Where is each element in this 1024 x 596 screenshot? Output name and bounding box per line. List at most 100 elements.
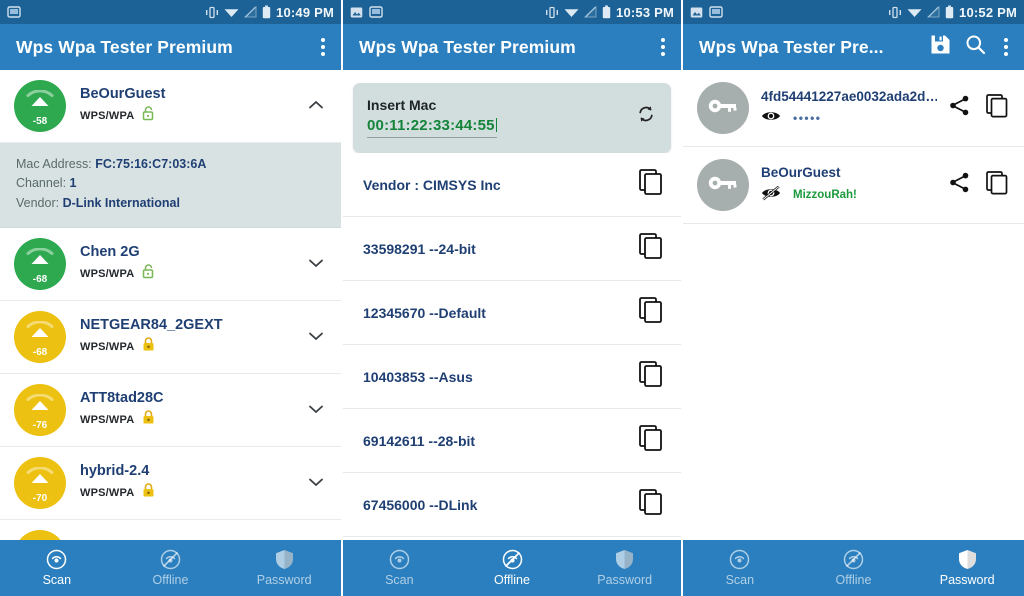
scan-icon: [46, 549, 67, 570]
text-caret: [495, 118, 498, 132]
screenshot-icon: [709, 5, 723, 19]
password-plain-value: MizzouRah!: [793, 189, 857, 201]
expand-chevron-icon[interactable]: [305, 97, 327, 115]
password-network-name: 4fd54441227ae0032ada2d…: [761, 88, 937, 104]
scan-icon: [729, 549, 750, 570]
expand-chevron-icon[interactable]: [305, 328, 327, 346]
wifi-icon: [224, 6, 239, 18]
pin-text: Vendor : CIMSYS Inc: [363, 176, 501, 193]
rssi-value: -70: [32, 493, 48, 505]
nav-tab-password[interactable]: Password: [568, 540, 681, 596]
signal-off-icon: [243, 5, 257, 18]
mac-input-value: 00:11:22:33:44:55: [367, 117, 495, 134]
key-icon: [708, 98, 738, 119]
copy-icon[interactable]: [639, 425, 665, 456]
copy-icon[interactable]: [986, 93, 1008, 123]
wifi-icon: [907, 6, 922, 18]
expand-chevron-icon[interactable]: [305, 401, 327, 419]
expand-chevron-icon[interactable]: [305, 474, 327, 492]
channel-label: Channel:: [16, 176, 67, 191]
password-row[interactable]: 4fd54441227ae0032ada2d… •••••: [683, 70, 1024, 147]
app-title: Wps Wpa Tester Premium: [16, 36, 233, 57]
network-ssid: hybrid-2.4: [80, 463, 150, 480]
rssi-value: -58: [32, 116, 48, 127]
copy-icon[interactable]: [639, 169, 665, 200]
nav-tab-offline-label: Offline: [835, 573, 872, 587]
eye-hidden-icon[interactable]: [761, 185, 781, 206]
nav-tab-password[interactable]: Password: [910, 540, 1024, 596]
pin-text: 33598291 --24-bit: [363, 240, 476, 257]
nav-tab-scan[interactable]: Scan: [683, 540, 797, 596]
wifi-signal-icon: [26, 393, 54, 419]
signal-strength-badge: -68: [14, 311, 66, 364]
copy-icon[interactable]: [639, 297, 665, 328]
network-row[interactable]: -68 NETGEAR84_2GEXT WPS/WPA: [0, 301, 341, 375]
pin-row[interactable]: Vendor : CIMSYS Inc: [343, 153, 681, 217]
app-bar: Wps Wpa Tester Pre...: [683, 24, 1024, 70]
battery-icon: [262, 5, 271, 19]
screenshot-icon: [7, 5, 21, 19]
password-icon: [275, 549, 294, 570]
copy-icon[interactable]: [639, 233, 665, 264]
nav-tab-password[interactable]: Password: [227, 540, 341, 596]
mac-input-field[interactable]: 00:11:22:33:44:55: [367, 117, 498, 138]
security-label: WPS/WPA: [80, 341, 135, 354]
bottom-navigation: Scan Offline Password: [343, 540, 681, 596]
password-network-name: BeOurGuest: [761, 164, 841, 180]
share-icon[interactable]: [949, 95, 970, 121]
search-icon[interactable]: [965, 34, 986, 60]
nav-tab-offline[interactable]: Offline: [456, 540, 569, 596]
overflow-menu-icon[interactable]: [317, 34, 329, 60]
network-row[interactable]: -70 hybrid-2.4 WPS/WPA: [0, 447, 341, 521]
nav-tab-offline[interactable]: Offline: [114, 540, 228, 596]
offline-icon: [160, 549, 181, 570]
pin-list: Vendor : CIMSYS Inc 33598291 --24-bit 12…: [343, 153, 681, 537]
pin-row[interactable]: 69142611 --28-bit: [343, 409, 681, 473]
wifi-signal-icon: [26, 89, 54, 115]
saved-password-list: 4fd54441227ae0032ada2d… ••••• BeOurGuest: [683, 70, 1024, 224]
vendor-label: Vendor:: [16, 195, 60, 210]
pin-row[interactable]: 67456000 --DLink: [343, 473, 681, 537]
overflow-menu-icon[interactable]: [1000, 34, 1012, 60]
bottom-navigation: Scan Offline Password: [0, 540, 341, 596]
vibrate-icon: [545, 6, 559, 19]
battery-icon: [602, 5, 611, 19]
pin-row[interactable]: 10403853 --Asus: [343, 345, 681, 409]
share-icon[interactable]: [949, 172, 970, 198]
eye-visible-icon[interactable]: [761, 109, 781, 128]
save-icon[interactable]: [930, 34, 951, 60]
phone-screen-password: 10:52 PM Wps Wpa Tester Pre... 4fd544412…: [683, 0, 1024, 596]
expand-chevron-icon[interactable]: [305, 255, 327, 273]
overflow-menu-icon[interactable]: [657, 34, 669, 60]
vibrate-icon: [888, 6, 902, 19]
key-icon: [708, 175, 738, 196]
network-row[interactable]: -76 ATT8tad28C WPS/WPA: [0, 374, 341, 448]
bottom-navigation: Scan Offline Password: [683, 540, 1024, 596]
copy-icon[interactable]: [639, 489, 665, 520]
key-avatar: [697, 159, 749, 211]
app-title: Wps Wpa Tester Premium: [359, 36, 576, 57]
copy-icon[interactable]: [639, 361, 665, 392]
network-row[interactable]: -68 Chen 2G WPS/WPA: [0, 228, 341, 302]
phone-screen-offline: 10:53 PM Wps Wpa Tester Premium Insert M…: [341, 0, 683, 596]
password-icon: [615, 549, 634, 570]
nav-tab-offline[interactable]: Offline: [797, 540, 911, 596]
status-bar-clock: 10:49 PM: [276, 4, 334, 20]
rssi-value: -68: [32, 347, 48, 359]
refresh-icon[interactable]: [635, 103, 657, 130]
password-row[interactable]: BeOurGuest MizzouRah!: [683, 147, 1024, 224]
status-bar-clock: 10:52 PM: [959, 4, 1017, 20]
lock-open-icon: [142, 106, 155, 126]
signal-strength-badge: -76: [14, 384, 66, 437]
mac-address-label: Mac Address:: [16, 157, 92, 171]
pin-row[interactable]: 12345670 --Default: [343, 281, 681, 345]
lock-open-icon: [142, 264, 155, 284]
nav-tab-scan[interactable]: Scan: [0, 540, 114, 596]
pin-text: 67456000 --DLink: [363, 496, 478, 513]
network-row[interactable]: -58 BeOurGuest WPS/WPA: [0, 70, 341, 143]
nav-tab-scan[interactable]: Scan: [343, 540, 456, 596]
pin-row[interactable]: 33598291 --24-bit: [343, 217, 681, 281]
signal-strength-badge: -70: [14, 457, 66, 510]
copy-icon[interactable]: [986, 170, 1008, 200]
app-bar: Wps Wpa Tester Premium: [0, 24, 341, 70]
